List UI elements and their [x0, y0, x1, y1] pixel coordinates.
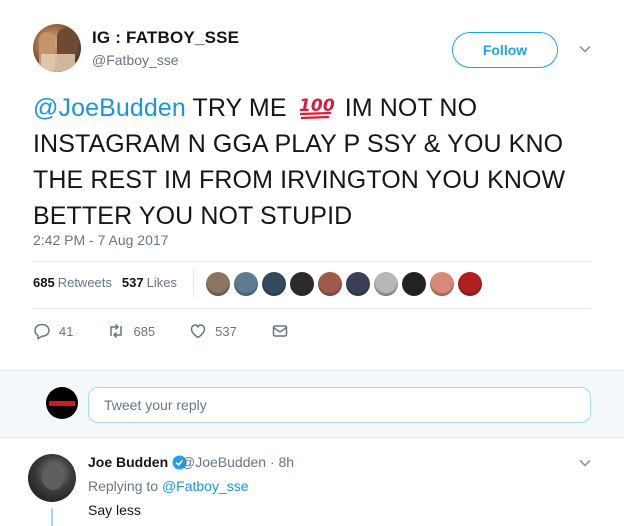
retweet-icon: [110, 323, 123, 339]
liker-avatar[interactable]: [290, 272, 314, 296]
chevron-down-icon[interactable]: [578, 456, 592, 470]
reply-author-name-row[interactable]: Joe Budden: [88, 454, 187, 470]
likers-avatars: [206, 272, 482, 296]
follow-button[interactable]: Follow: [452, 32, 558, 68]
like-action[interactable]: 537: [189, 322, 237, 340]
author-avatar[interactable]: [33, 24, 81, 72]
thread-line: [51, 508, 53, 526]
envelope-icon: [272, 325, 288, 337]
reply-author-name: Joe Budden: [88, 454, 169, 470]
mention-link[interactable]: @JoeBudden: [33, 94, 186, 122]
tweet-text: @JoeBudden TRY ME 100 IM NOT NO INSTAGRA…: [33, 90, 603, 234]
likes-label: Likes: [146, 275, 177, 290]
likes-count: 537: [121, 275, 144, 290]
liker-avatar[interactable]: [318, 272, 342, 296]
liker-avatar[interactable]: [234, 272, 258, 296]
retweets-stat[interactable]: 685 Retweets: [33, 275, 112, 290]
tweet-actions: 41 685 537: [33, 322, 323, 340]
direct-message-action[interactable]: [271, 322, 289, 340]
reply-author-avatar[interactable]: [28, 454, 76, 502]
reply-composer: Tweet your reply: [0, 370, 624, 438]
liker-avatar[interactable]: [458, 272, 482, 296]
retweet-action[interactable]: 685: [107, 322, 155, 340]
tweet-card: IG : FATBOY_SSE @Fatboy_sse Follow @JoeB…: [0, 0, 624, 370]
heart-icon: [190, 324, 206, 339]
reply-tweet[interactable]: Joe Budden @JoeBudden · 8h Replying to @…: [0, 438, 624, 526]
tweet-text-part1: TRY ME: [185, 94, 294, 122]
retweets-label: Retweets: [57, 275, 112, 290]
author-handle[interactable]: @Fatboy_sse: [92, 52, 179, 68]
retweets-count: 685: [33, 275, 55, 290]
current-user-avatar: [46, 387, 78, 419]
liker-avatar[interactable]: [262, 272, 286, 296]
chevron-down-icon[interactable]: [578, 42, 592, 56]
divider: [33, 308, 591, 309]
like-count: 537: [215, 323, 237, 339]
reply-count: 41: [59, 323, 74, 339]
replying-prefix: Replying to: [88, 478, 162, 494]
reply-author-handle-time[interactable]: @JoeBudden · 8h: [181, 454, 294, 470]
liker-avatar[interactable]: [374, 272, 398, 296]
reply-text: Say less: [88, 502, 141, 518]
tweet-timestamp[interactable]: 2:42 PM - 7 Aug 2017: [33, 232, 168, 248]
divider: [33, 261, 591, 262]
liker-avatar[interactable]: [206, 272, 230, 296]
hundred-points-emoji: 100: [298, 92, 334, 120]
reply-icon: [34, 323, 50, 340]
stats-separator: [193, 268, 194, 298]
replying-to: Replying to @Fatboy_sse: [88, 478, 249, 494]
reply-action[interactable]: 41: [33, 322, 73, 340]
likes-stat[interactable]: 537 Likes: [122, 275, 177, 290]
replying-to-link[interactable]: @Fatboy_sse: [162, 478, 249, 494]
tweet-stats: 685 Retweets 537 Likes: [33, 275, 177, 290]
author-display-name[interactable]: IG : FATBOY_SSE: [92, 28, 239, 48]
retweet-count: 685: [133, 323, 156, 339]
liker-avatar[interactable]: [346, 272, 370, 296]
reply-input[interactable]: Tweet your reply: [88, 387, 591, 423]
liker-avatar[interactable]: [430, 272, 454, 296]
liker-avatar[interactable]: [402, 272, 426, 296]
